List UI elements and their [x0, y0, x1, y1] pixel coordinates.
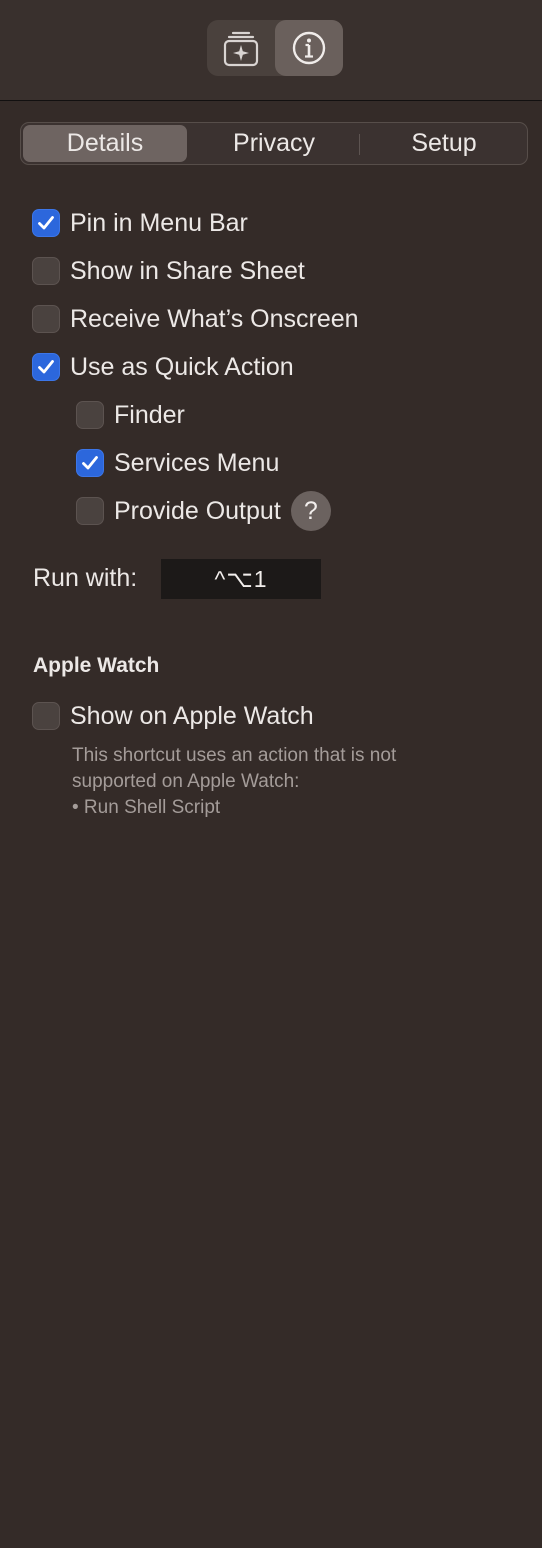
provide-output-option[interactable]: Provide Output ? [76, 491, 331, 531]
services-menu-label: Services Menu [114, 448, 280, 477]
apple-watch-label: Show on Apple Watch [70, 701, 314, 730]
tab-bar: Details Privacy Setup [20, 122, 528, 165]
finder-label: Finder [114, 400, 185, 429]
pin-menu-bar-checkbox[interactable] [32, 209, 60, 237]
keyboard-shortcut-field[interactable]: ^⌥1 [161, 559, 321, 599]
onscreen-option[interactable]: Receive What’s Onscreen [32, 301, 359, 337]
share-sheet-label: Show in Share Sheet [70, 256, 305, 285]
share-sheet-checkbox[interactable] [32, 257, 60, 285]
tab-privacy[interactable]: Privacy [191, 125, 357, 162]
services-menu-option[interactable]: Services Menu [76, 445, 279, 481]
shortcut-details-icon[interactable] [207, 20, 275, 76]
quick-action-checkbox[interactable] [32, 353, 60, 381]
apple-watch-note-line-2: supported on Apple Watch: [72, 771, 300, 792]
onscreen-label: Receive What’s Onscreen [70, 304, 359, 333]
quick-action-option[interactable]: Use as Quick Action [32, 349, 294, 385]
apple-watch-note-line-3: • Run Shell Script [72, 797, 221, 818]
services-menu-checkbox[interactable] [76, 449, 104, 477]
tab-details[interactable]: Details [23, 125, 187, 162]
apple-watch-heading: Apple Watch [33, 654, 160, 677]
apple-watch-note-line-1: This shortcut uses an action that is not [72, 745, 397, 766]
run-with-label: Run with: [33, 564, 138, 592]
share-sheet-option[interactable]: Show in Share Sheet [32, 253, 305, 289]
view-switcher [207, 20, 343, 76]
info-icon[interactable] [275, 20, 343, 76]
finder-option[interactable]: Finder [76, 397, 185, 433]
onscreen-checkbox[interactable] [32, 305, 60, 333]
tab-divider [359, 134, 360, 155]
tab-setup[interactable]: Setup [361, 125, 527, 162]
apple-watch-checkbox[interactable] [32, 702, 60, 730]
provide-output-label: Provide Output [114, 496, 281, 525]
pin-menu-bar-option[interactable]: Pin in Menu Bar [32, 205, 248, 241]
top-toolbar [0, 0, 542, 101]
quick-action-label: Use as Quick Action [70, 352, 294, 381]
pin-menu-bar-label: Pin in Menu Bar [70, 208, 248, 237]
finder-checkbox[interactable] [76, 401, 104, 429]
shortcut-details-panel: Details Privacy Setup Pin in Menu Bar Sh… [0, 0, 542, 1548]
provide-output-checkbox[interactable] [76, 497, 104, 525]
apple-watch-option[interactable]: Show on Apple Watch [32, 698, 314, 734]
help-button[interactable]: ? [290, 491, 331, 531]
